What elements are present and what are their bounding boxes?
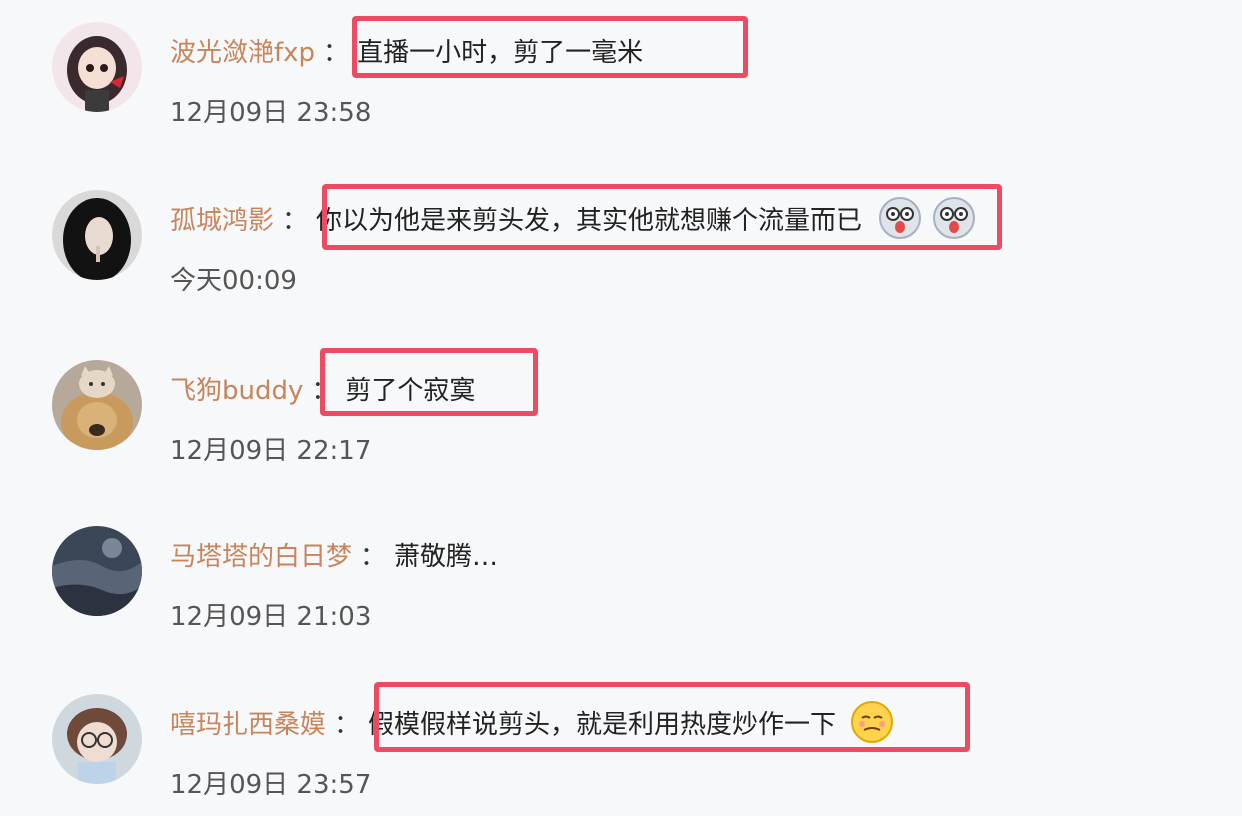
comment-time: 12月09日 23:58 (170, 98, 372, 128)
separator: ： (311, 375, 338, 406)
separator: ： (334, 709, 361, 740)
avatar[interactable] (52, 694, 142, 784)
shocked-face-icon (933, 197, 976, 239)
separator: ： (282, 205, 309, 236)
girl-glasses-avatar-icon (52, 694, 142, 784)
comment-text: 假模假样说剪头，就是利用热度炒作一下 (368, 709, 837, 740)
username[interactable]: 孤城鸿影 (170, 200, 274, 237)
comment-item: 马塔塔的白日梦 ： 萧敬腾… 12月09日 21:03 (0, 526, 1242, 646)
separator: ： (323, 37, 350, 68)
comment-item: 孤城鸿影 ： 你以为他是来剪头发，其实他就想赚个流量而已 今天00:09 (0, 190, 1242, 310)
avatar[interactable] (52, 190, 142, 280)
comment-text: 直播一小时，剪了一毫米 (357, 37, 644, 68)
username[interactable]: 飞狗buddy (170, 370, 303, 407)
comment-line: 马塔塔的白日梦 ： 萧敬腾… (170, 526, 498, 582)
avatar[interactable] (52, 22, 142, 112)
comment-item: 飞狗buddy ： 剪了个寂寞 12月09日 22:17 (0, 360, 1242, 480)
comment-line: 孤城鸿影 ： 你以为他是来剪头发，其实他就想赚个流量而已 (170, 190, 976, 246)
comment-item: 波光潋滟fxp ： 直播一小时，剪了一毫米 12月09日 23:58 (0, 22, 1242, 142)
comment-line: 飞狗buddy ： 剪了个寂寞 (170, 360, 475, 416)
comment-text: 萧敬腾… (394, 541, 499, 572)
landscape-avatar-icon (52, 526, 142, 616)
sneer-face-icon (851, 701, 894, 743)
avatar[interactable] (52, 360, 142, 450)
comment-line: 嘻玛扎西桑嫫 ： 假模假样说剪头，就是利用热度炒作一下 (170, 694, 894, 750)
comment-time: 12月09日 23:57 (170, 770, 372, 800)
username[interactable]: 波光潋滟fxp (170, 32, 315, 69)
username[interactable]: 嘻玛扎西桑嫫 (170, 704, 326, 741)
comment-text: 剪了个寂寞 (345, 375, 476, 406)
woman-photo-avatar-icon (52, 190, 142, 280)
avatar[interactable] (52, 526, 142, 616)
comment-text: 你以为他是来剪头发，其实他就想赚个流量而已 (316, 205, 863, 236)
separator: ： (360, 541, 387, 572)
comment-time: 12月09日 22:17 (170, 436, 372, 466)
username[interactable]: 马塔塔的白日梦 (170, 536, 352, 573)
comment-list: 波光潋滟fxp ： 直播一小时，剪了一毫米 12月09日 23:58 孤城鸿影 … (0, 0, 1242, 816)
comment-line: 波光潋滟fxp ： 直播一小时，剪了一毫米 (170, 22, 643, 78)
shocked-face-icon (879, 197, 922, 239)
comment-item: 嘻玛扎西桑嫫 ： 假模假样说剪头，就是利用热度炒作一下 12月09日 23:57 (0, 694, 1242, 814)
comment-time: 今天00:09 (170, 266, 297, 296)
cat-and-dog-avatar-icon (52, 360, 142, 450)
girl-cartoon-avatar-icon (52, 22, 142, 112)
comment-time: 12月09日 21:03 (170, 602, 372, 632)
